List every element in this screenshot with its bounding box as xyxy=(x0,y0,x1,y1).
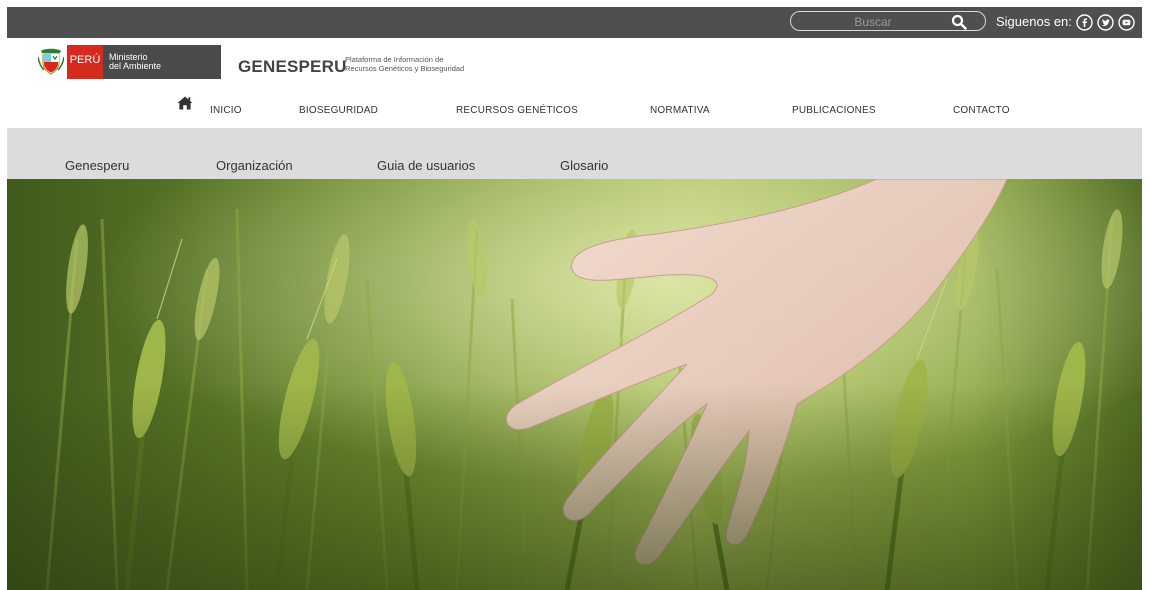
nav-item-publicaciones[interactable]: PUBLICACIONES xyxy=(792,105,876,116)
nav-item-recursos-geneticos[interactable]: RECURSOS GENÉTICOS xyxy=(456,105,578,116)
peru-badge: PERÚ xyxy=(67,45,103,79)
government-logo[interactable]: PERÚ Ministerio del Ambiente xyxy=(34,45,221,79)
site-header: PERÚ Ministerio del Ambiente GENESPERU P… xyxy=(7,38,1142,128)
home-icon[interactable] xyxy=(177,96,193,110)
twitter-icon[interactable] xyxy=(1097,14,1114,31)
sub-navigation: Genesperu Organización Guia de usuarios … xyxy=(7,128,1142,179)
brand-tagline-line-2: Recursos Genéticos y Bioseguridad xyxy=(345,64,465,73)
subnav-item-genesperu[interactable]: Genesperu xyxy=(65,158,129,173)
subnav-item-guia-de-usuarios[interactable]: Guia de usuarios xyxy=(377,158,475,173)
youtube-icon[interactable] xyxy=(1118,14,1135,31)
search-box xyxy=(790,11,986,31)
page-frame: Siguenos en: xyxy=(7,7,1142,590)
nav-item-contacto[interactable]: CONTACTO xyxy=(953,105,1010,116)
top-bar: Siguenos en: xyxy=(7,7,1142,38)
ministry-badge: Ministerio del Ambiente xyxy=(103,45,221,79)
nav-item-bioseguridad[interactable]: BIOSEGURIDAD xyxy=(299,105,378,116)
nav-item-normativa[interactable]: NORMATIVA xyxy=(650,105,710,116)
search-icon[interactable] xyxy=(951,14,967,30)
peru-label: PERÚ xyxy=(69,54,101,66)
peru-coat-of-arms-icon xyxy=(38,48,64,75)
brand-name[interactable]: GENESPERU xyxy=(238,57,347,77)
nav-item-inicio[interactable]: INICIO xyxy=(210,105,242,116)
brand-tagline-line-1: Plataforma de Información de xyxy=(345,55,444,64)
facebook-icon[interactable] xyxy=(1076,14,1093,31)
brand-tagline: Plataforma de Información de Recursos Ge… xyxy=(345,55,495,73)
hero-image-wheat-field-hand xyxy=(7,179,1142,590)
subnav-item-organizacion[interactable]: Organización xyxy=(216,158,293,173)
subnav-item-glosario[interactable]: Glosario xyxy=(560,158,608,173)
follow-label: Siguenos en: xyxy=(996,14,1072,29)
hero-banner xyxy=(7,179,1142,590)
ministry-label: Ministerio del Ambiente xyxy=(109,53,161,71)
ministry-line-2: del Ambiente xyxy=(109,61,162,71)
search-input[interactable] xyxy=(801,13,945,31)
